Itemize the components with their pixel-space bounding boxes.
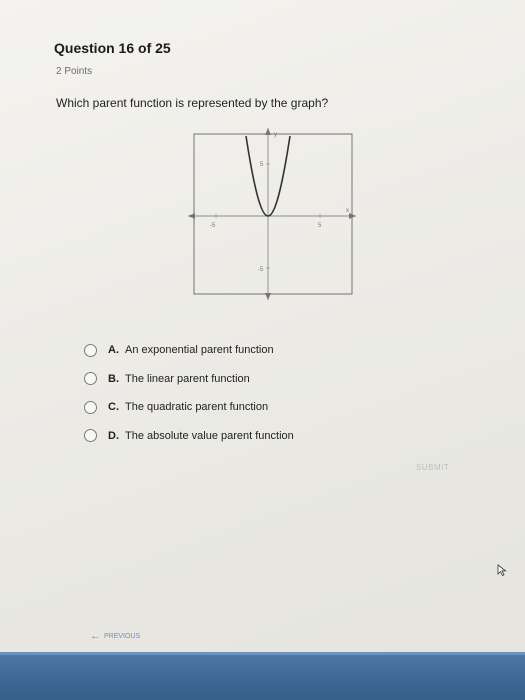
x-tick-neg-label: -5: [210, 223, 216, 229]
taskbar-highlight: [0, 652, 525, 655]
option-text: The quadratic parent function: [125, 401, 269, 414]
option-letter: C.: [108, 401, 119, 414]
option-d[interactable]: D. The absolute value parent function: [84, 422, 294, 451]
option-letter: A.: [108, 344, 119, 357]
option-b[interactable]: B. The linear parent function: [84, 365, 294, 394]
graph-frame: [193, 133, 353, 295]
arrow-left-icon: ←: [90, 630, 101, 642]
option-a[interactable]: A. An exponential parent function: [84, 336, 294, 365]
radio-button[interactable]: [84, 429, 97, 443]
option-letter: D.: [108, 429, 119, 442]
question-title: Question 16 of 25: [54, 40, 171, 56]
x-axis-right-arrow: [349, 213, 356, 219]
y-axis-up-arrow: [265, 128, 271, 135]
option-letter: B.: [108, 372, 119, 385]
answer-options: A. An exponential parent function B. The…: [84, 336, 294, 450]
x-axis-label: x: [346, 208, 349, 214]
quiz-screen: Question 16 of 25 2 Points Which parent …: [0, 0, 525, 700]
option-text: The absolute value parent function: [125, 429, 294, 442]
option-text: An exponential parent function: [125, 344, 274, 357]
question-points: 2 Points: [56, 66, 93, 77]
mouse-cursor-icon: [497, 564, 507, 576]
y-axis-label: y: [274, 132, 277, 138]
radio-button[interactable]: [84, 343, 97, 357]
parabola-graph: y x -5 5 5 -5: [188, 128, 356, 300]
taskbar: [0, 652, 525, 700]
y-tick-pos-label: 5: [260, 162, 264, 168]
x-axis-left-arrow: [188, 213, 195, 219]
y-axis-down-arrow: [265, 293, 271, 300]
previous-label: PREVIOUS: [104, 632, 141, 640]
submit-button[interactable]: SUBMIT: [416, 463, 449, 472]
x-tick-pos-label: 5: [318, 223, 322, 229]
radio-button[interactable]: [84, 400, 97, 414]
previous-button[interactable]: ← PREVIOUS: [90, 630, 140, 642]
y-tick-neg-label: -5: [258, 267, 264, 273]
question-text: Which parent function is represented by …: [56, 96, 329, 110]
radio-button[interactable]: [84, 372, 97, 386]
option-text: The linear parent function: [125, 372, 250, 385]
option-c[interactable]: C. The quadratic parent function: [84, 393, 294, 422]
